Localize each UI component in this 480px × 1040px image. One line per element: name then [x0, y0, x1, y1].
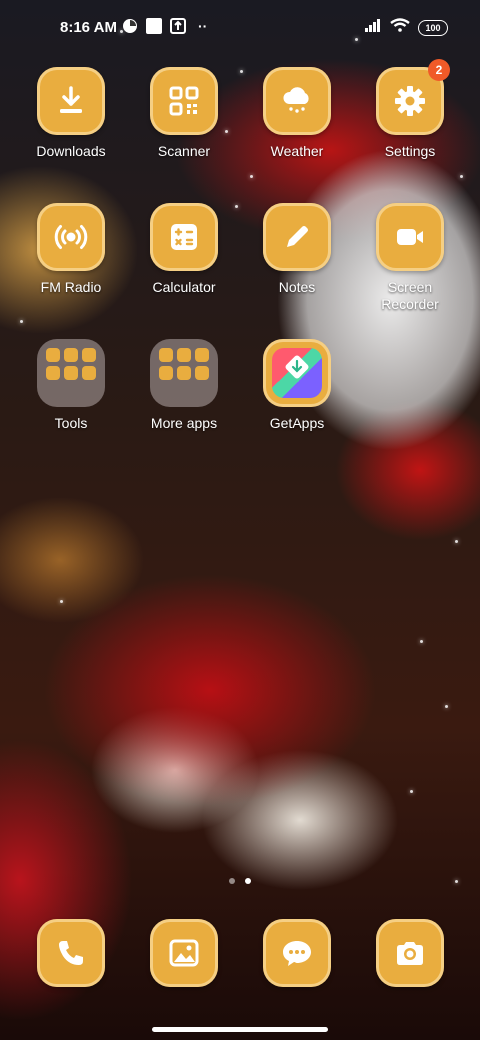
app-label: More apps	[150, 415, 218, 431]
app-fm-radio[interactable]: FM Radio	[21, 203, 121, 296]
folder-more-apps[interactable]: More apps	[134, 339, 234, 432]
app-calculator[interactable]: Calculator	[134, 203, 234, 296]
page-indicator	[0, 878, 480, 884]
app-label: Calculator	[152, 279, 216, 295]
page-dot[interactable]	[229, 878, 235, 884]
video-camera-icon	[376, 203, 444, 271]
app-label: Scanner	[157, 143, 211, 159]
app-label: GetApps	[269, 415, 325, 431]
more-notifications-indicator: ··	[198, 18, 208, 34]
qr-scanner-icon	[150, 67, 218, 135]
camera-icon	[376, 919, 444, 987]
app-settings[interactable]: 2 Settings	[360, 59, 460, 160]
status-bar: 8:16 AM ·· 100	[0, 0, 480, 56]
folder-icon	[150, 339, 218, 407]
weather-icon	[263, 67, 331, 135]
app-label: Settings	[384, 143, 436, 159]
dock-gallery[interactable]	[134, 919, 234, 987]
notification-square-icon	[146, 18, 162, 34]
home-indicator[interactable]	[152, 1027, 328, 1032]
app-scanner[interactable]: Scanner	[134, 67, 234, 160]
app-screen-recorder[interactable]: Screen Recorder	[360, 203, 460, 313]
dock-phone[interactable]	[21, 919, 121, 987]
app-downloads[interactable]: Downloads	[21, 67, 121, 160]
gear-icon: 2	[376, 59, 450, 135]
app-label: FM Radio	[40, 279, 102, 295]
app-getapps[interactable]: GetApps	[247, 339, 347, 432]
radio-icon	[37, 203, 105, 271]
pie-clock-icon	[122, 18, 138, 34]
signal-icon	[364, 18, 382, 37]
app-label: Downloads	[36, 143, 106, 159]
app-label: Weather	[270, 143, 324, 159]
app-label: Screen Recorder	[381, 279, 439, 312]
dock-camera[interactable]	[360, 919, 460, 987]
dock-messages[interactable]	[247, 919, 347, 987]
page-dot-active[interactable]	[245, 878, 251, 884]
folder-tools[interactable]: Tools	[21, 339, 121, 432]
pencil-icon	[263, 203, 331, 271]
getapps-icon	[263, 339, 331, 407]
app-weather[interactable]: Weather	[247, 67, 347, 160]
app-label: Tools	[54, 415, 88, 431]
status-time: 8:16 AM	[60, 19, 117, 36]
download-icon	[37, 67, 105, 135]
app-notes[interactable]: Notes	[247, 203, 347, 296]
notification-badge: 2	[428, 59, 450, 81]
messages-icon	[263, 919, 331, 987]
battery-icon: 100	[418, 19, 448, 36]
phone-icon	[37, 919, 105, 987]
app-label: Notes	[278, 279, 316, 295]
calculator-icon	[150, 203, 218, 271]
gallery-icon	[150, 919, 218, 987]
wifi-icon	[390, 18, 410, 37]
folder-icon	[37, 339, 105, 407]
upload-icon	[170, 18, 186, 34]
